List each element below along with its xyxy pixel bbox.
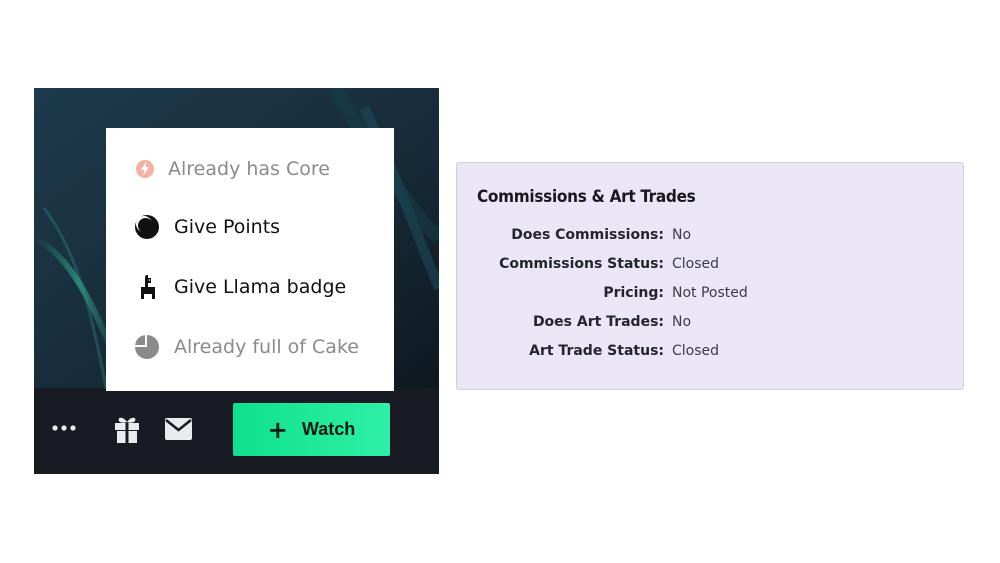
more-dots-icon: [52, 425, 76, 431]
info-row: Pricing: Not Posted: [457, 285, 965, 307]
menu-item-cake[interactable]: Already full of Cake: [106, 327, 394, 367]
info-value: Not Posted: [672, 285, 748, 301]
info-key: Art Trade Status:: [529, 343, 664, 359]
gift-icon: [115, 417, 139, 443]
info-row: Commissions Status: Closed: [457, 256, 965, 278]
info-key: Commissions Status:: [499, 256, 664, 272]
menu-item-label: Give Llama badge: [174, 276, 347, 298]
plus-icon: +: [267, 415, 288, 444]
cake-icon: [134, 334, 160, 360]
info-key: Pricing:: [603, 285, 664, 301]
info-value: Closed: [672, 256, 720, 272]
info-key: Does Commissions:: [511, 227, 664, 243]
menu-item-core[interactable]: Already has Core: [106, 149, 394, 189]
info-value: Closed: [672, 343, 720, 359]
menu-item-points[interactable]: Give Points: [106, 207, 394, 247]
menu-item-label: Give Points: [174, 216, 281, 238]
menu-item-label: Already full of Cake: [174, 336, 359, 358]
info-key: Does Art Trades:: [532, 314, 664, 330]
more-options-button[interactable]: [50, 414, 78, 442]
mail-icon: [165, 418, 192, 440]
info-value: No: [672, 314, 692, 330]
core-icon: [132, 156, 158, 182]
profile-panel: + Watch Already has Core Give Points Giv…: [34, 88, 439, 474]
card-title: Commissions & Art Trades: [477, 187, 696, 207]
info-row: Does Commissions: No: [457, 227, 965, 249]
points-icon: [134, 214, 160, 240]
watch-label: Watch: [301, 419, 356, 439]
menu-item-llama[interactable]: Give Llama badge: [106, 267, 394, 307]
gift-button[interactable]: [113, 414, 141, 444]
info-row: Art Trade Status: Closed: [457, 343, 965, 365]
menu-item-label: Already has Core: [168, 158, 330, 180]
llama-icon: [134, 274, 160, 300]
message-button[interactable]: [165, 418, 192, 440]
watch-button[interactable]: + Watch: [233, 403, 390, 456]
info-value: No: [672, 227, 692, 243]
give-menu: Already has Core Give Points Give Llama …: [106, 128, 394, 391]
commissions-card: Commissions & Art Trades Does Commission…: [456, 162, 964, 390]
info-row: Does Art Trades: No: [457, 314, 965, 336]
